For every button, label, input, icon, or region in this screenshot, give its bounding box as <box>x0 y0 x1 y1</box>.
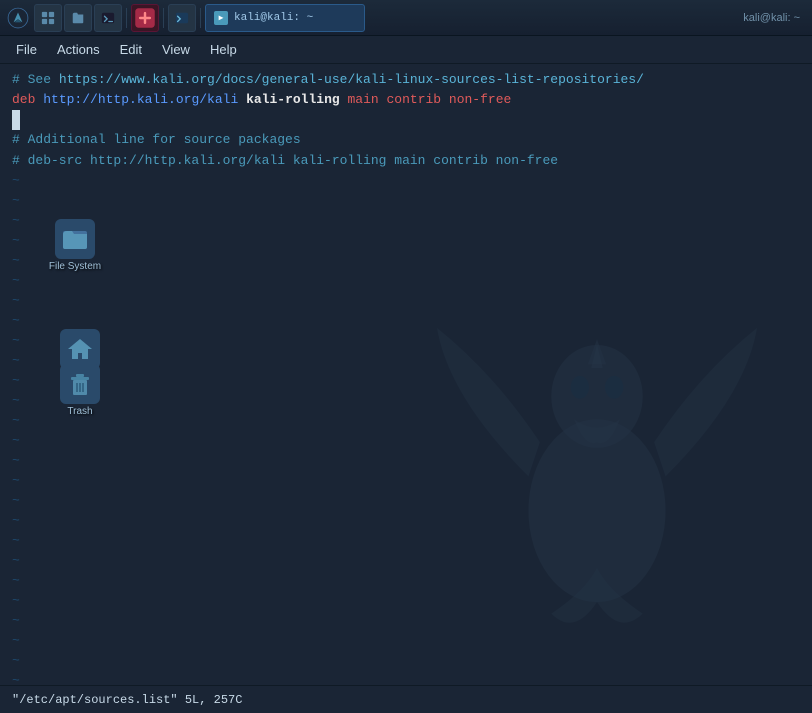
file-manager-btn[interactable] <box>64 4 92 32</box>
tilde-25: ~ <box>12 651 812 671</box>
editor-content: # See https://www.kali.org/docs/general-… <box>0 64 812 685</box>
tilde-13: ~ <box>12 411 812 431</box>
line2-main: main contrib non-free <box>347 90 511 110</box>
editor-line-1: # See https://www.kali.org/docs/general-… <box>0 70 812 90</box>
editor-line-5: # deb-src http://http.kali.org/kali kali… <box>0 151 812 171</box>
tilde-22: ~ <box>12 591 812 611</box>
taskbar-sep-3 <box>200 8 201 28</box>
editor-cursor <box>12 110 20 130</box>
line5-comment: # deb-src http://http.kali.org/kali kali… <box>12 151 558 171</box>
terminal-tab-label: kali@kali: ~ <box>234 12 313 24</box>
line4-comment: # Additional line for source packages <box>12 130 301 150</box>
tilde-5: ~ <box>12 251 812 271</box>
tilde-2: ~ <box>12 191 812 211</box>
menu-actions[interactable]: Actions <box>49 39 108 60</box>
dark-terminal-btn[interactable] <box>94 4 122 32</box>
tilde-16: ~ <box>12 471 812 491</box>
taskbar-sep-1 <box>126 8 127 28</box>
menu-view[interactable]: View <box>154 39 198 60</box>
tilde-11: ~ <box>12 371 812 391</box>
tilde-23: ~ <box>12 611 812 631</box>
tilde-20: ~ <box>12 551 812 571</box>
workspace-switcher-btn[interactable] <box>34 4 62 32</box>
tilde-21: ~ <box>12 571 812 591</box>
active-terminal-tab[interactable]: ▶ kali@kali: ~ <box>205 4 365 32</box>
tilde-lines: ~ ~ ~ ~ ~ ~ ~ ~ ~ ~ ~ ~ ~ ~ ~ ~ ~ ~ ~ ~ … <box>0 171 812 685</box>
line2-kalirolling: kali-rolling <box>246 90 347 110</box>
tilde-12: ~ <box>12 391 812 411</box>
menu-edit[interactable]: Edit <box>112 39 150 60</box>
editor-line-2: deb http://http.kali.org/kali kali-rolli… <box>0 90 812 110</box>
tilde-1: ~ <box>12 171 812 191</box>
tilde-6: ~ <box>12 271 812 291</box>
terminal-small-btn[interactable] <box>168 4 196 32</box>
taskbar: ▶ kali@kali: ~ kali@kali: ~ <box>0 0 812 36</box>
tilde-19: ~ <box>12 531 812 551</box>
terminal-tab-icon: ▶ <box>214 11 228 25</box>
tilde-9: ~ <box>12 331 812 351</box>
kali-logo-icon[interactable] <box>4 4 32 32</box>
tilde-24: ~ <box>12 631 812 651</box>
tilde-4: ~ <box>12 231 812 251</box>
line1-url: https://www.kali.org/docs/general-use/ka… <box>59 70 644 90</box>
statusbar-text: "/etc/apt/sources.list" 5L, 257C <box>12 693 242 707</box>
menu-file[interactable]: File <box>8 39 45 60</box>
tilde-26: ~ <box>12 671 812 685</box>
editor[interactable]: File System Home Trash # See https://www <box>0 64 812 685</box>
statusbar: "/etc/apt/sources.list" 5L, 257C <box>0 685 812 713</box>
editor-line-3 <box>0 110 812 130</box>
line2-url: http://http.kali.org/kali <box>43 90 246 110</box>
tilde-7: ~ <box>12 291 812 311</box>
taskbar-sep-2 <box>163 8 164 28</box>
tilde-17: ~ <box>12 491 812 511</box>
tilde-14: ~ <box>12 431 812 451</box>
red-icon-btn[interactable] <box>131 4 159 32</box>
tilde-15: ~ <box>12 451 812 471</box>
line2-deb: deb <box>12 90 43 110</box>
tilde-3: ~ <box>12 211 812 231</box>
tilde-18: ~ <box>12 511 812 531</box>
line1-comment: # See <box>12 70 59 90</box>
tilde-10: ~ <box>12 351 812 371</box>
menu-help[interactable]: Help <box>202 39 245 60</box>
taskbar-right-label: kali@kali: ~ <box>743 12 808 24</box>
tilde-8: ~ <box>12 311 812 331</box>
editor-line-4: # Additional line for source packages <box>0 130 812 150</box>
menubar: File Actions Edit View Help <box>0 36 812 64</box>
